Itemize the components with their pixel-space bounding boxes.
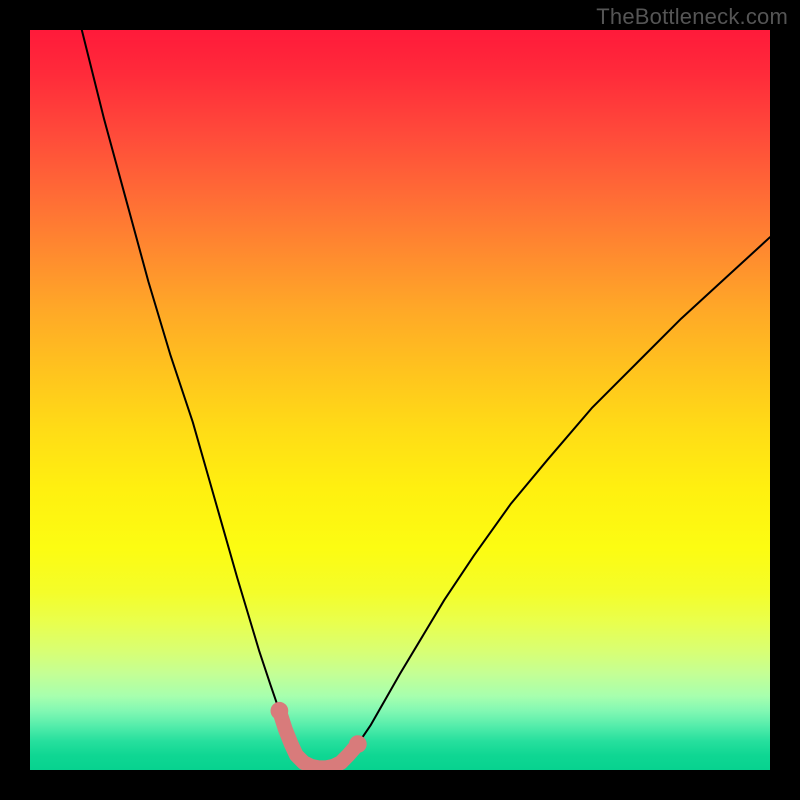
- bottleneck-curve: [82, 30, 770, 768]
- plot-area: [30, 30, 770, 770]
- watermark-text: TheBottleneck.com: [596, 4, 788, 30]
- curve-layer: [30, 30, 770, 770]
- min-region-left-end: [271, 702, 289, 720]
- min-region-right-end: [349, 735, 367, 753]
- min-region-band: [279, 711, 357, 768]
- chart-frame: TheBottleneck.com: [0, 0, 800, 800]
